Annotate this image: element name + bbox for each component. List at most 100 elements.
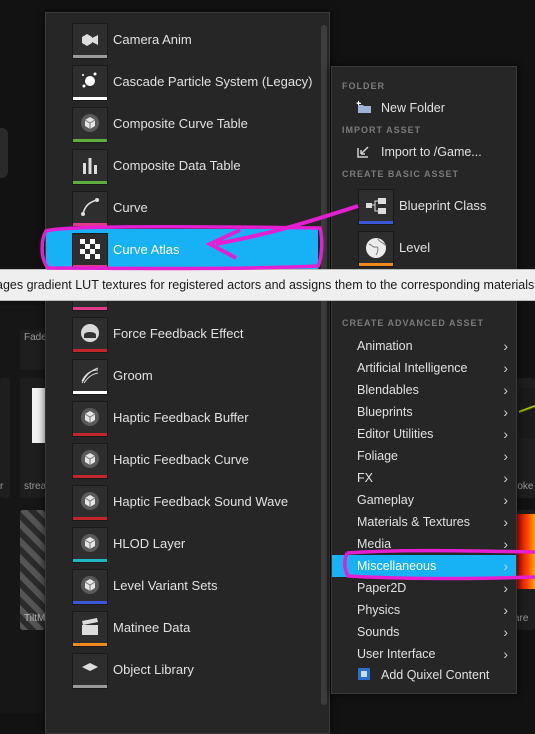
- asset-type-label: Camera Anim: [113, 32, 192, 47]
- asset-type-item[interactable]: Cascade Particle System (Legacy): [46, 61, 318, 103]
- asset-type-label: Haptic Feedback Sound Wave: [113, 494, 289, 509]
- asset-type-item[interactable]: Camera Anim: [46, 19, 318, 61]
- category-item[interactable]: Blueprints ›: [332, 401, 516, 423]
- category-item[interactable]: Artificial Intelligence ›: [332, 357, 516, 379]
- asset-type-tile: [72, 443, 108, 479]
- cube-icon: [80, 113, 100, 133]
- asset-type-tile: [72, 107, 108, 143]
- asset-type-item[interactable]: Matinee Data: [46, 607, 318, 649]
- import-label: Import to /Game...: [381, 145, 482, 159]
- asset-type-label: Force Feedback Effect: [113, 326, 244, 341]
- gamepad-icon: [80, 323, 100, 343]
- category-label: Editor Utilities: [357, 427, 434, 441]
- section-folder: FOLDER: [342, 81, 385, 91]
- asset-type-item[interactable]: HLOD Layer: [46, 523, 318, 565]
- category-item[interactable]: Sounds ›: [332, 621, 516, 643]
- asset-type-tile: [72, 23, 108, 59]
- chevron-right-icon: ›: [503, 382, 508, 398]
- category-item[interactable]: User Interface ›: [332, 643, 516, 665]
- asset-type-tile: [72, 359, 108, 395]
- asset-type-color-bar: [73, 433, 107, 436]
- bg-thumb-image: [32, 388, 45, 443]
- asset-type-color-bar: [73, 685, 107, 688]
- asset-type-color-bar: [73, 475, 107, 478]
- bg-node: [0, 128, 8, 178]
- asset-type-label: Object Library: [113, 662, 194, 677]
- category-item[interactable]: Foliage ›: [332, 445, 516, 467]
- category-item[interactable]: Miscellaneous ›: [332, 555, 516, 577]
- category-item[interactable]: Media ›: [332, 533, 516, 555]
- bg-thumb-stream[interactable]: strea: [20, 378, 46, 498]
- category-item[interactable]: Animation ›: [332, 335, 516, 357]
- chevron-right-icon: ›: [503, 448, 508, 464]
- level-label: Level: [399, 240, 431, 255]
- asset-type-item[interactable]: Object Library: [46, 649, 318, 691]
- asset-type-item[interactable]: Haptic Feedback Buffer: [46, 397, 318, 439]
- asset-type-item[interactable]: Haptic Feedback Sound Wave: [46, 481, 318, 523]
- new-folder-item[interactable]: New Folder: [332, 97, 516, 119]
- level-tile: [358, 231, 394, 267]
- category-label: Foliage: [357, 449, 398, 463]
- chevron-right-icon: ›: [503, 558, 508, 574]
- asset-type-color-bar: [73, 265, 107, 268]
- asset-type-item[interactable]: Level Variant Sets: [46, 565, 318, 607]
- asset-type-submenu: Camera Anim Cascade Particle System (Lega…: [45, 12, 330, 734]
- globe-icon: [366, 238, 386, 258]
- library-icon: [80, 659, 100, 679]
- blueprint-class-label: Blueprint Class: [399, 198, 487, 213]
- asset-type-color-bar: [73, 349, 107, 352]
- category-item[interactable]: Paper2D ›: [332, 577, 516, 599]
- asset-type-color-bar: [73, 643, 107, 646]
- category-label: FX: [357, 471, 373, 485]
- asset-type-item[interactable]: Composite Curve Table: [46, 103, 318, 145]
- bg-thumb-fade[interactable]: Fade: [20, 330, 47, 370]
- asset-type-item[interactable]: Curve Atlas: [46, 229, 318, 271]
- bg-thumb-tilt[interactable]: TiltM: [20, 510, 45, 630]
- category-item[interactable]: Gameplay ›: [332, 489, 516, 511]
- category-label: Sounds: [357, 625, 400, 639]
- category-item[interactable]: Editor Utilities ›: [332, 423, 516, 445]
- submenu-scrollbar[interactable]: [321, 25, 327, 705]
- category-item[interactable]: Materials & Textures ›: [332, 511, 516, 533]
- asset-type-item[interactable]: Haptic Feedback Curve: [46, 439, 318, 481]
- blueprint-class-item[interactable]: Blueprint Class: [332, 185, 516, 227]
- chevron-right-icon: ›: [503, 646, 508, 662]
- asset-description-tooltip: ages gradient LUT textures for registere…: [0, 269, 535, 301]
- asset-type-item[interactable]: Curve: [46, 187, 318, 229]
- category-label: Animation: [357, 339, 413, 353]
- chevron-right-icon: ›: [503, 338, 508, 354]
- import-item[interactable]: Import to /Game...: [332, 141, 516, 163]
- asset-type-label: HLOD Layer: [113, 536, 186, 551]
- clapper-icon: [80, 617, 100, 637]
- category-item[interactable]: Blendables ›: [332, 379, 516, 401]
- add-quixel-label: Add Quixel Content: [381, 668, 490, 682]
- category-item[interactable]: FX ›: [332, 467, 516, 489]
- particle-icon: [80, 71, 100, 91]
- section-import: IMPORT ASSET: [342, 125, 422, 135]
- add-quixel-item[interactable]: Add Quixel Content: [332, 664, 516, 686]
- asset-type-item[interactable]: Groom: [46, 355, 318, 397]
- asset-type-label: Composite Curve Table: [113, 116, 248, 131]
- import-icon: [357, 146, 369, 158]
- asset-type-color-bar: [73, 139, 107, 142]
- chevron-right-icon: ›: [503, 536, 508, 552]
- asset-type-color-bar: [73, 559, 107, 562]
- add-new-menu: FOLDER New Folder IMPORT ASSET Import to…: [331, 66, 517, 694]
- data-table-icon: [80, 155, 100, 175]
- category-label: Media: [357, 537, 392, 551]
- asset-type-tile: [72, 65, 108, 101]
- asset-type-item[interactable]: Force Feedback Effect: [46, 313, 318, 355]
- asset-type-item[interactable]: Composite Data Table: [46, 145, 318, 187]
- asset-type-color-bar: [73, 517, 107, 520]
- asset-type-label: Composite Data Table: [113, 158, 241, 173]
- chevron-right-icon: ›: [503, 404, 508, 420]
- category-label: Artificial Intelligence: [357, 361, 468, 375]
- asset-type-color-bar: [73, 307, 107, 310]
- level-item[interactable]: Level: [332, 227, 516, 269]
- bg-thumb-stroke[interactable]: roke: [514, 378, 535, 498]
- category-item[interactable]: Physics ›: [332, 599, 516, 621]
- section-advanced: CREATE ADVANCED ASSET: [342, 318, 485, 328]
- chevron-right-icon: ›: [503, 580, 508, 596]
- cube-icon: [80, 491, 100, 511]
- bg-thumb-square[interactable]: are: [514, 510, 535, 630]
